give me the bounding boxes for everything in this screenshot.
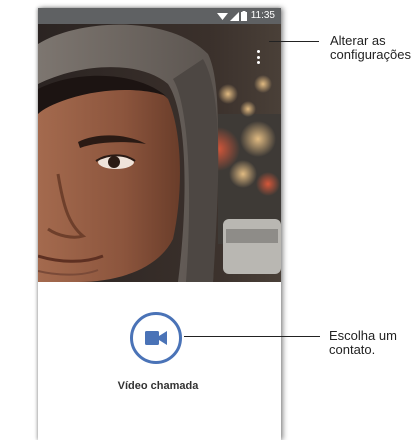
contact-callout-line2: contato. bbox=[329, 342, 376, 357]
overflow-menu-icon[interactable] bbox=[253, 48, 263, 66]
signal-icon bbox=[229, 11, 239, 21]
wifi-icon bbox=[216, 12, 228, 20]
phone-screen: 11:35 Vídeo chamada bbox=[38, 8, 281, 440]
camera-preview bbox=[38, 24, 281, 282]
contact-callout-line1: Escolha um bbox=[329, 328, 397, 343]
settings-callout-line2: configurações bbox=[330, 48, 411, 62]
settings-callout-line bbox=[269, 41, 319, 42]
status-bar: 11:35 bbox=[38, 8, 281, 24]
status-time: 11:35 bbox=[250, 10, 275, 21]
call-options: Vídeo chamada bbox=[38, 282, 281, 440]
status-icons: 11:35 bbox=[216, 8, 275, 24]
battery-icon bbox=[240, 11, 247, 21]
video-call-label: Vídeo chamada bbox=[117, 380, 199, 392]
contact-callout: Escolha um contato. bbox=[329, 329, 397, 357]
settings-callout: Alterar as configurações bbox=[330, 34, 418, 62]
video-camera-icon bbox=[145, 331, 167, 345]
video-call-button[interactable] bbox=[130, 312, 182, 364]
settings-callout-line1: Alterar as bbox=[330, 33, 386, 48]
contact-callout-line bbox=[184, 336, 320, 337]
